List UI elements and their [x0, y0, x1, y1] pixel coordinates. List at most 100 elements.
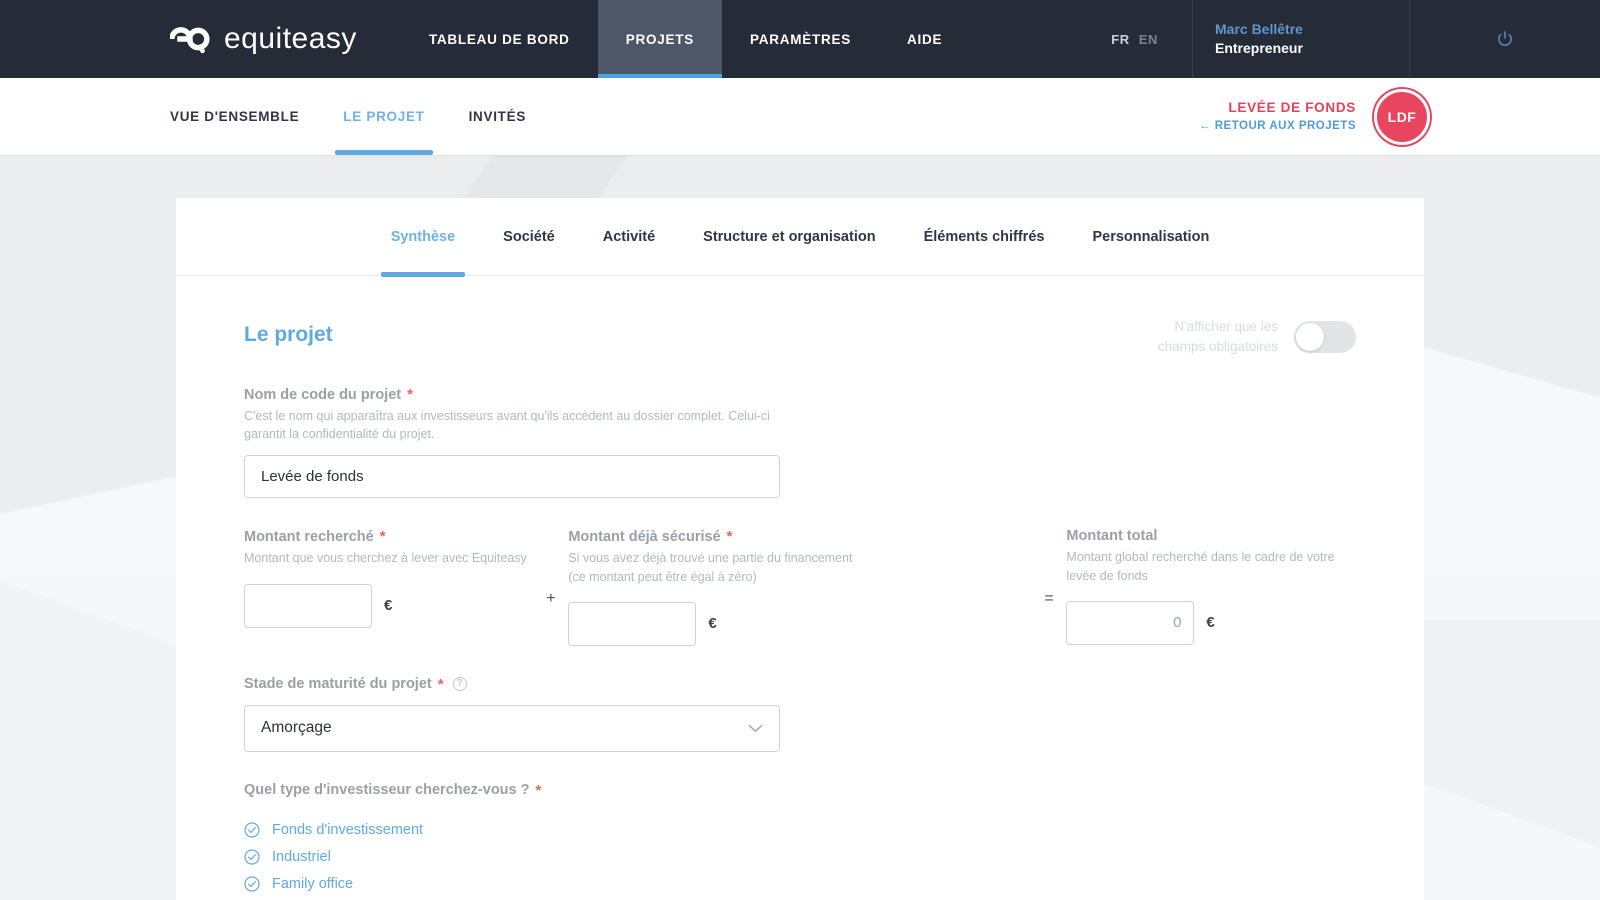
language-option-en[interactable]: EN: [1139, 32, 1158, 47]
amount-sought-input[interactable]: [244, 584, 372, 628]
section-header: Le projet N'afficher que les champs obli…: [244, 323, 1356, 356]
tab-synthese[interactable]: Synthèse: [367, 198, 479, 276]
field-amount-total-label-text: Montant total: [1066, 528, 1157, 544]
sub-nav-tabs: VUE D'ENSEMBLE LE PROJET INVITÉS: [0, 78, 548, 155]
operator-plus-cell: +: [534, 528, 569, 608]
tab-personnalisation[interactable]: Personnalisation: [1068, 198, 1233, 276]
brand-logo-link[interactable]: equiteasy: [0, 0, 401, 78]
user-name: Marc Bellêtre: [1215, 20, 1303, 39]
top-navigation-bar: equiteasy TABLEAU DE BORD PROJETS PARAMÈ…: [0, 0, 1600, 78]
field-code-name-help: C'est le nom qui apparaîtra aux investis…: [244, 407, 789, 443]
required-asterisk: *: [727, 528, 733, 545]
project-sub-navigation: VUE D'ENSEMBLE LE PROJET INVITÉS LEVÉE D…: [0, 78, 1600, 155]
page-title: Le projet: [244, 323, 333, 347]
field-investor-type-label: Quel type d'investisseur cherchez-vous ?…: [244, 782, 1356, 799]
field-amount-sought-label: Montant recherché *: [244, 528, 534, 545]
investor-type-options: Fonds d'investissement Industriel: [244, 817, 1356, 900]
field-investor-type: Quel type d'investisseur cherchez-vous ?…: [244, 782, 1356, 900]
tab-societe[interactable]: Société: [479, 198, 579, 276]
subnav-tab-le-projet[interactable]: LE PROJET: [321, 78, 446, 155]
field-amount-sought: Montant recherché * Montant que vous che…: [244, 528, 534, 627]
toggle-label-line-1: N'afficher que les: [1158, 317, 1278, 337]
nav-item-projets[interactable]: PROJETS: [598, 0, 722, 78]
toggle-label-line-2: champs obligatoires: [1158, 337, 1278, 357]
check-circle-icon: [244, 822, 260, 838]
required-fields-toggle-group: N'afficher que les champs obligatoires: [1158, 317, 1356, 356]
subnav-tab-vue-densemble[interactable]: VUE D'ENSEMBLE: [170, 78, 321, 155]
user-role: Entrepreneur: [1215, 39, 1303, 58]
project-identity-block: LEVÉE DE FONDS ← RETOUR AUX PROJETS LDF: [1199, 89, 1600, 145]
maturity-stage-selected-value: Amorçage: [261, 719, 332, 737]
field-maturity-stage-label-text: Stade de maturité du projet: [244, 676, 432, 692]
currency-symbol-euro: €: [708, 615, 716, 632]
tab-activite[interactable]: Activité: [579, 198, 679, 276]
nav-item-aide[interactable]: AIDE: [879, 0, 970, 78]
form-body: Le projet N'afficher que les champs obli…: [176, 276, 1424, 900]
back-to-projects-link[interactable]: ← RETOUR AUX PROJETS: [1199, 118, 1356, 135]
tab-structure-et-organisation[interactable]: Structure et organisation: [679, 198, 899, 276]
field-amount-total-help: Montant global recherché dans le cadre d…: [1066, 548, 1356, 584]
subnav-tab-invites[interactable]: INVITÉS: [447, 78, 548, 155]
chevron-down-icon: [748, 724, 763, 733]
check-circle-icon: [244, 876, 260, 892]
amount-secured-input-line: €: [568, 602, 858, 646]
form-section-tabs: Synthèse Société Activité Structure et o…: [176, 198, 1424, 276]
required-asterisk: *: [535, 782, 541, 799]
language-option-fr[interactable]: FR: [1111, 32, 1130, 47]
user-account-menu[interactable]: Marc Bellêtre Entrepreneur: [1192, 0, 1410, 78]
top-nav-right: FR EN Marc Bellêtre Entrepreneur: [1077, 0, 1600, 78]
currency-symbol-euro: €: [1206, 614, 1214, 631]
field-maturity-stage: Stade de maturité du projet * ? Amorçage: [244, 676, 1356, 752]
required-fields-toggle[interactable]: [1294, 321, 1356, 353]
field-amount-secured-label-text: Montant déjà sécurisé: [568, 529, 720, 545]
power-icon[interactable]: [1496, 30, 1514, 48]
project-identity-texts: LEVÉE DE FONDS ← RETOUR AUX PROJETS: [1199, 98, 1356, 134]
equiteasy-logo-icon: [170, 22, 210, 56]
nav-item-tableau-de-bord[interactable]: TABLEAU DE BORD: [401, 0, 598, 78]
field-amount-secured-help: Si vous avez déjà trouvé une partie du f…: [568, 549, 858, 585]
code-name-input[interactable]: [244, 455, 780, 498]
checkbox-family-office[interactable]: Family office: [244, 871, 1356, 898]
project-title: LEVÉE DE FONDS: [1199, 98, 1356, 118]
field-code-name: Nom de code du projet * C'est le nom qui…: [244, 386, 1356, 498]
field-maturity-stage-label: Stade de maturité du projet * ?: [244, 676, 1356, 693]
field-code-name-label: Nom de code du projet *: [244, 386, 1356, 403]
amount-total-input: [1066, 601, 1194, 645]
check-circle-icon: [244, 849, 260, 865]
project-avatar[interactable]: LDF: [1374, 89, 1430, 145]
field-code-name-label-text: Nom de code du projet: [244, 387, 401, 403]
checkbox-label: Fonds d'investissement: [272, 822, 423, 838]
field-amount-total: Montant total Montant global recherché d…: [1066, 528, 1356, 644]
language-switcher: FR EN: [1077, 0, 1192, 78]
maturity-stage-select[interactable]: Amorçage: [244, 705, 780, 752]
logout-zone: [1410, 0, 1600, 78]
checkbox-industriel[interactable]: Industriel: [244, 844, 1356, 871]
checkbox-label: Family office: [272, 876, 353, 892]
field-amount-sought-help: Montant que vous cherchez à lever avec E…: [244, 549, 534, 567]
operator-equals-cell: =: [1032, 528, 1067, 608]
checkbox-label: Industriel: [272, 849, 331, 865]
nav-item-parametres[interactable]: PARAMÈTRES: [722, 0, 879, 78]
required-asterisk: *: [438, 676, 444, 693]
checkbox-fonds-dinvestissement[interactable]: Fonds d'investissement: [244, 817, 1356, 844]
field-amount-secured-label: Montant déjà sécurisé *: [568, 528, 858, 545]
top-nav-links: TABLEAU DE BORD PROJETS PARAMÈTRES AIDE: [401, 0, 970, 78]
operator-equals: =: [1044, 590, 1053, 608]
amounts-row: Montant recherché * Montant que vous che…: [244, 528, 1356, 645]
operator-plus: +: [546, 590, 555, 608]
question-mark-icon[interactable]: ?: [453, 677, 467, 691]
required-fields-toggle-label: N'afficher que les champs obligatoires: [1158, 317, 1278, 356]
toggle-knob: [1296, 323, 1324, 351]
required-asterisk: *: [407, 386, 413, 403]
project-form-card: Synthèse Société Activité Structure et o…: [176, 198, 1424, 900]
field-amount-total-label: Montant total: [1066, 528, 1356, 544]
currency-symbol-euro: €: [384, 597, 392, 614]
required-asterisk: *: [380, 528, 386, 545]
amount-total-input-line: €: [1066, 601, 1356, 645]
tab-elements-chiffres[interactable]: Éléments chiffrés: [900, 198, 1069, 276]
amount-secured-input[interactable]: [568, 602, 696, 646]
content-area: Synthèse Société Activité Structure et o…: [0, 198, 1600, 900]
brand-name: equiteasy: [224, 24, 357, 54]
amount-sought-input-line: €: [244, 584, 534, 628]
field-amount-secured: Montant déjà sécurisé * Si vous avez déj…: [568, 528, 858, 645]
